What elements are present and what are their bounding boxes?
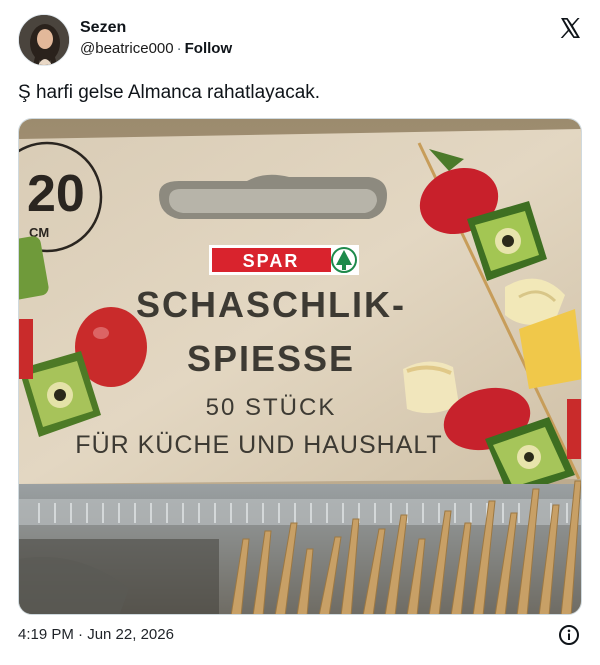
tweet-footer: 4:19 PM · Jun 22, 2026	[18, 622, 584, 648]
product-count: 50 STÜCK	[206, 394, 337, 421]
product-title-line1: SCHASCHLIK-	[136, 284, 406, 325]
x-logo-icon[interactable]	[558, 16, 582, 40]
tweet-text: Ş harfi gelse Almanca rahatlayacak.	[18, 82, 321, 103]
spar-logo: SPAR	[209, 245, 359, 275]
user-block: Sezen @beatrice000 · Follow	[80, 18, 232, 60]
product-photo: 20 CM SPAR SCHASCHLIK- SPIESSE 50 STÜCK …	[19, 119, 581, 614]
user-handle[interactable]: @beatrice000	[80, 40, 174, 57]
tweet-photo[interactable]: 20 CM SPAR SCHASCHLIK- SPIESSE 50 STÜCK …	[18, 118, 582, 615]
handle-row: @beatrice000 · Follow	[80, 38, 232, 60]
avatar[interactable]	[18, 14, 70, 66]
tweet-timestamp[interactable]: 4:19 PM · Jun 22, 2026	[18, 626, 174, 643]
product-title-line2: SPIESSE	[187, 338, 355, 379]
display-name[interactable]: Sezen	[80, 18, 232, 38]
brand-label: SPAR	[243, 251, 300, 271]
follow-button[interactable]: Follow	[185, 40, 233, 57]
product-usage: FÜR KÜCHE UND HAUSHALT	[75, 431, 442, 459]
separator-dot: ·	[176, 40, 182, 57]
info-icon[interactable]	[558, 624, 580, 646]
tweet-header: Sezen @beatrice000 · Follow	[18, 14, 584, 66]
avatar-photo	[19, 15, 69, 65]
size-badge-number: 20	[27, 165, 85, 223]
